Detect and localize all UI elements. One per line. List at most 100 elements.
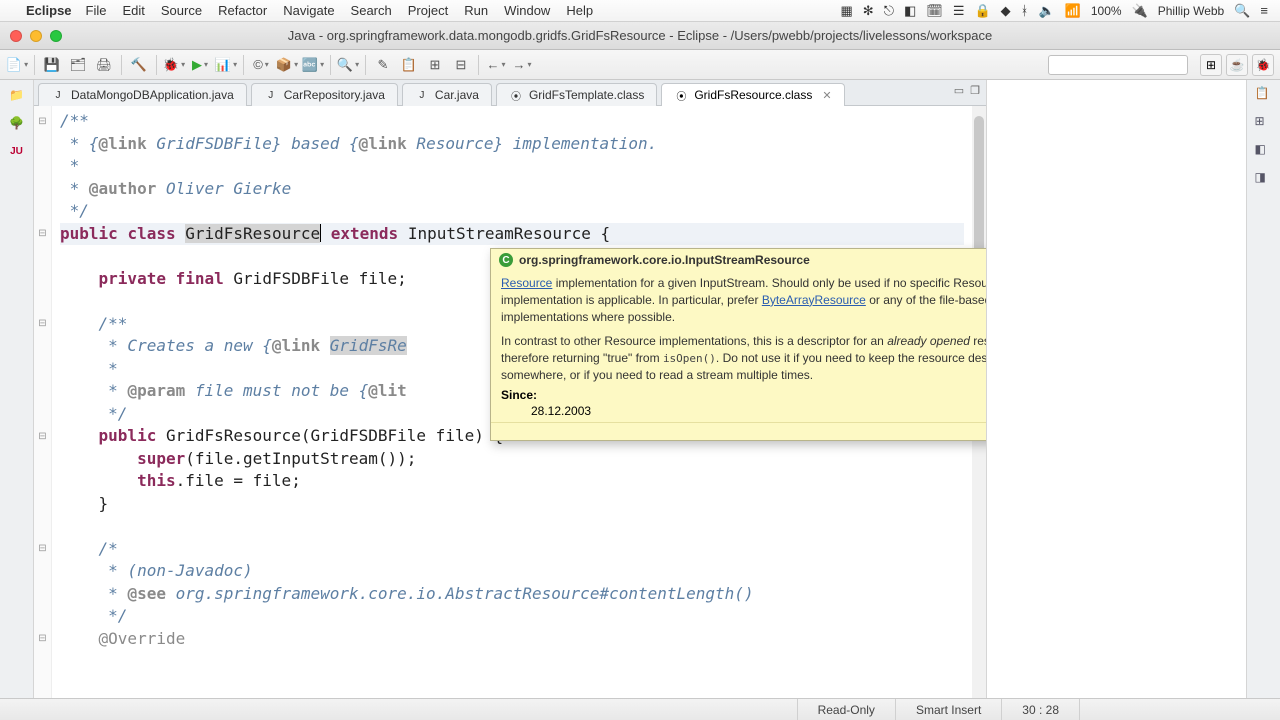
status-bar: Read-Only Smart Insert 30 : 28	[0, 698, 1280, 720]
toggle-button[interactable]: 📋	[398, 54, 420, 76]
tab-label: GridFsResource.class	[694, 88, 812, 102]
minimize-window-button[interactable]	[30, 30, 42, 42]
maximize-view-icon[interactable]: ❐	[970, 84, 980, 97]
back-button[interactable]: ←	[485, 54, 507, 76]
volume-icon: 🔈	[1038, 3, 1054, 19]
code-editor[interactable]: ⊟ ⊟ ⊟ ⊟ ⊟ ⊟ /** * {@link GridFSDBFile} b…	[34, 106, 986, 698]
junit-icon[interactable]: JU	[8, 142, 26, 160]
package-explorer-icon[interactable]: 📁	[8, 86, 26, 104]
close-icon[interactable]: ✕	[822, 89, 831, 102]
tab-gridfsresource[interactable]: ⦿ GridFsResource.class ✕	[661, 83, 844, 106]
fold-column: ⊟ ⊟ ⊟ ⊟ ⊟ ⊟	[34, 106, 52, 698]
status-insert-mode: Smart Insert	[896, 699, 1002, 720]
tab-label: GridFsTemplate.class	[529, 88, 644, 102]
javadoc-link-resource[interactable]: Resource	[501, 276, 552, 290]
type-hierarchy-icon[interactable]: 🌳	[8, 114, 26, 132]
debug-button[interactable]: 🐞	[163, 54, 185, 76]
status-icon: 🗓	[926, 3, 943, 19]
tab-label: DataMongoDBApplication.java	[71, 88, 234, 102]
menubar-right: ▦ ✻ ⎋ ◧ 🗓 ☰ 🔒 ◆ ᚼ 🔈 📶 100% 🔌 Phillip Web…	[841, 3, 1269, 19]
javadoc-since: Since: 28.12.2003	[491, 386, 986, 422]
build-button[interactable]: 🔨	[128, 54, 150, 76]
toggle-button[interactable]: ⊟	[450, 54, 472, 76]
menu-icon[interactable]: ≡	[1260, 3, 1268, 18]
tab-gridfstemplate[interactable]: ⦿ GridFsTemplate.class	[496, 83, 657, 106]
menu-edit[interactable]: Edit	[122, 3, 144, 18]
javadoc-fqn: org.springframework.core.io.InputStreamR…	[519, 253, 810, 267]
new-button[interactable]: 📄	[6, 54, 28, 76]
tab-carrepository[interactable]: JCarRepository.java	[251, 83, 398, 106]
debug-perspective-button[interactable]: 🐞	[1252, 54, 1274, 76]
perspective-switcher: ⊞ ☕ 🐞	[1200, 54, 1274, 76]
zoom-window-button[interactable]	[50, 30, 62, 42]
menu-source[interactable]: Source	[161, 3, 202, 18]
javadoc-footer: Press 'F2' for focus	[491, 422, 986, 440]
menu-navigate[interactable]: Navigate	[283, 3, 334, 18]
status-icon: ☰	[953, 3, 965, 19]
menu-refactor[interactable]: Refactor	[218, 3, 267, 18]
print-button[interactable]: 🖨	[93, 54, 115, 76]
close-window-button[interactable]	[10, 30, 22, 42]
tab-tools: ▭ ❐	[954, 84, 980, 97]
save-button[interactable]: 💾	[41, 54, 63, 76]
user-name[interactable]: Phillip Webb	[1158, 4, 1224, 18]
editor-area: JDataMongoDBApplication.java JCarReposit…	[34, 80, 986, 698]
outline-panel	[986, 80, 1246, 698]
right-trim: 📋 ⊞ ◧ ◨	[1246, 80, 1280, 698]
status-icon: ⎋	[884, 3, 894, 19]
javadoc-header: C org.springframework.core.io.InputStrea…	[491, 249, 986, 271]
javadoc-link-bytearrayresource[interactable]: ByteArrayResource	[762, 293, 866, 307]
new-class-button[interactable]: ©	[250, 54, 272, 76]
macos-menubar: Eclipse File Edit Source Refactor Naviga…	[0, 0, 1280, 22]
forward-button[interactable]: →	[511, 54, 533, 76]
traffic-lights	[0, 30, 62, 42]
new-package-button[interactable]: 📦	[276, 54, 298, 76]
run-button[interactable]: ▶	[189, 54, 211, 76]
app-name[interactable]: Eclipse	[26, 3, 72, 18]
status-icon: ✻	[863, 3, 874, 19]
class-file-icon: ⦿	[509, 88, 523, 102]
toolbar: 📄 💾 🗂 🖨 🔨 🐞 ▶ 📊 © 📦 🔤 🔍 ✎ 📋 ⊞ ⊟ ← → ⊞ ☕ …	[0, 50, 1280, 80]
java-perspective-button[interactable]: ☕	[1226, 54, 1248, 76]
status-icon: ◧	[904, 3, 916, 19]
open-perspective-button[interactable]: ⊞	[1200, 54, 1222, 76]
window-title: Java - org.springframework.data.mongodb.…	[0, 28, 1280, 43]
class-icon: C	[499, 253, 513, 267]
left-trim: 📁 🌳 JU	[0, 80, 34, 698]
tab-label: Car.java	[435, 88, 479, 102]
wifi-icon: 📶	[1065, 3, 1081, 19]
spotlight-icon[interactable]: 🔍	[1234, 3, 1250, 19]
save-all-button[interactable]: 🗂	[67, 54, 89, 76]
battery-icon: 🔌	[1132, 3, 1148, 19]
tab-car[interactable]: J Car.java	[402, 83, 492, 106]
battery-percent: 100%	[1091, 4, 1122, 18]
task-list-icon[interactable]: 📋	[1255, 86, 1273, 104]
menu-window[interactable]: Window	[504, 3, 550, 18]
menu-project[interactable]: Project	[408, 3, 448, 18]
open-type-button[interactable]: 🔤	[302, 54, 324, 76]
status-cursor-pos: 30 : 28	[1002, 699, 1080, 720]
javadoc-hover[interactable]: C org.springframework.core.io.InputStrea…	[490, 248, 986, 441]
java-file-icon: J	[51, 88, 65, 102]
outline-icon[interactable]: ⊞	[1255, 114, 1273, 132]
search-button[interactable]: 🔍	[337, 54, 359, 76]
java-file-icon: J	[415, 88, 429, 102]
menu-search[interactable]: Search	[351, 3, 392, 18]
coverage-button[interactable]: 📊	[215, 54, 237, 76]
menu-help[interactable]: Help	[566, 3, 593, 18]
window-titlebar: Java - org.springframework.data.mongodb.…	[0, 22, 1280, 50]
tab-label: CarRepository.java	[284, 88, 385, 102]
status-icon: ◆	[1001, 3, 1011, 19]
status-readonly: Read-Only	[797, 699, 896, 720]
menu-file[interactable]: File	[86, 3, 107, 18]
quick-access-input[interactable]	[1048, 55, 1188, 75]
tab-datamongodbapplication[interactable]: J DataMongoDBApplication.java	[38, 83, 247, 106]
main-area: 📁 🌳 JU JDataMongoDBApplication.java JCar…	[0, 80, 1280, 698]
view-icon[interactable]: ◨	[1255, 170, 1273, 188]
toggle-button[interactable]: ⊞	[424, 54, 446, 76]
toggle-button[interactable]: ✎	[372, 54, 394, 76]
minimize-view-icon[interactable]: ▭	[954, 84, 964, 97]
menu-run[interactable]: Run	[464, 3, 488, 18]
view-icon[interactable]: ◧	[1255, 142, 1273, 160]
class-file-icon: ⦿	[674, 88, 688, 102]
